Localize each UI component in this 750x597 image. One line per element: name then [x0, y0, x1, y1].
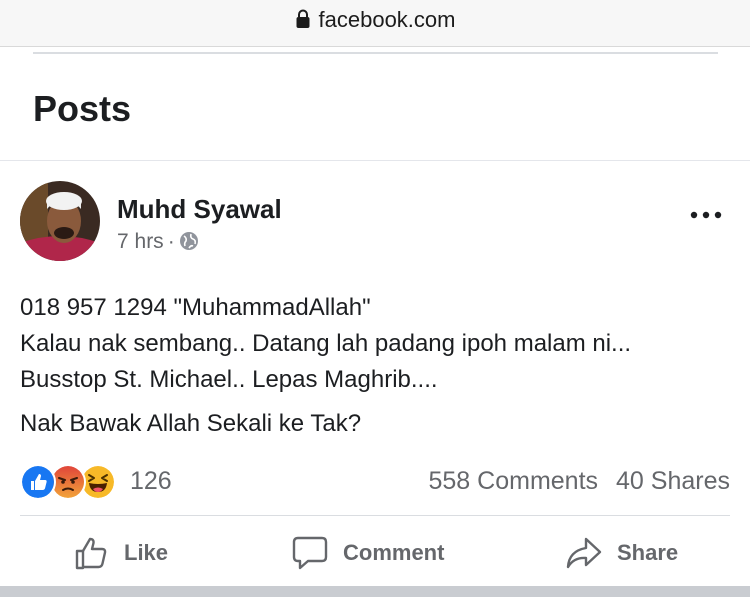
- divider: [0, 160, 750, 161]
- like-button[interactable]: Like: [74, 533, 168, 573]
- url-text: facebook.com: [318, 7, 456, 32]
- share-arrow-icon: [566, 537, 602, 569]
- divider: [20, 515, 730, 516]
- thumbs-up-icon: [75, 537, 107, 570]
- feed-separator: [0, 586, 750, 597]
- post-text: 018 957 1294 "MuhammadAllah" Kalau nak s…: [20, 290, 720, 442]
- share-label: Share: [617, 540, 679, 565]
- comment-icon: [292, 536, 328, 570]
- comments-count-link[interactable]: 558 Comments: [429, 467, 599, 495]
- lock-icon: [296, 9, 310, 28]
- url-display[interactable]: facebook.com: [0, 7, 750, 33]
- share-button[interactable]: Share: [565, 533, 678, 573]
- post-text-line: Nak Bawak Allah Sekali ke Tak?: [20, 410, 362, 437]
- post-author-name[interactable]: Muhd Syawal: [117, 194, 282, 225]
- section-title: Posts: [33, 88, 132, 129]
- post-text-line: Kalau nak sembang.. Datang lah padang ip…: [20, 330, 632, 393]
- more-options-button[interactable]: [688, 200, 724, 230]
- comment-label: Comment: [343, 540, 445, 565]
- shares-count-link[interactable]: 40 Shares: [616, 467, 730, 495]
- post-text-line: 018 957 1294 "MuhammadAllah": [20, 294, 371, 321]
- meta-separator: ·: [167, 230, 175, 253]
- like-label: Like: [124, 540, 169, 565]
- post-time[interactable]: 7 hrs: [117, 230, 164, 253]
- post-stats: 558 Comments 40 Shares: [429, 467, 731, 496]
- more-dots-icon: [690, 211, 722, 219]
- avatar[interactable]: [20, 181, 100, 261]
- globe-icon: [179, 232, 198, 250]
- avatar-image: [20, 181, 100, 261]
- browser-url-bar[interactable]: facebook.com: [0, 0, 750, 47]
- reaction-count: 126: [130, 467, 172, 495]
- comment-button[interactable]: Comment: [291, 533, 444, 573]
- post-meta: 7 hrs ·: [117, 230, 199, 254]
- like-icon: [20, 464, 56, 500]
- divider: [33, 52, 718, 54]
